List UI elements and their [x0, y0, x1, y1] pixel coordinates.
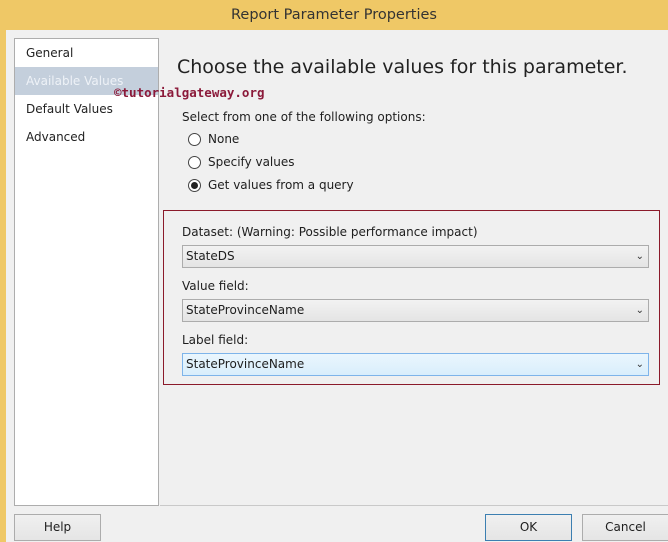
radio-get-values-from-query[interactable]: Get values from a query	[188, 178, 354, 192]
ok-button[interactable]: OK	[485, 514, 572, 541]
nav-item-advanced[interactable]: Advanced	[15, 123, 158, 151]
divider	[160, 505, 668, 506]
radio-circle	[188, 132, 201, 146]
label-field-label: Label field:	[182, 333, 249, 347]
radio-circle	[188, 155, 201, 169]
query-settings-group: Dataset: (Warning: Possible performance …	[163, 210, 660, 385]
window-title: Report Parameter Properties	[230, 7, 437, 23]
radio-dot	[191, 181, 198, 189]
value-field-value: StateProvinceName	[186, 303, 305, 317]
radio-label: Specify values	[208, 155, 295, 169]
help-button[interactable]: Help	[14, 514, 101, 541]
chevron-down-icon: ⌄	[635, 359, 644, 370]
value-field-select[interactable]: StateProvinceName ⌄	[182, 299, 649, 322]
chevron-down-icon: ⌄	[635, 305, 644, 316]
nav-item-general[interactable]: General	[15, 39, 158, 67]
value-field-label: Value field:	[182, 279, 249, 293]
page-heading: Choose the available values for this par…	[177, 56, 628, 78]
radio-specify-values[interactable]: Specify values	[188, 155, 295, 169]
nav-list: General Available Values Default Values …	[14, 38, 159, 506]
dataset-label: Dataset: (Warning: Possible performance …	[182, 225, 478, 239]
dataset-value: StateDS	[186, 249, 235, 263]
radio-none[interactable]: None	[188, 132, 239, 146]
radio-circle	[188, 178, 201, 192]
chevron-down-icon: ⌄	[635, 251, 644, 262]
cancel-button[interactable]: Cancel	[582, 514, 668, 541]
watermark: ©tutorialgateway.org	[114, 85, 265, 100]
radio-label: Get values from a query	[208, 178, 354, 192]
radio-label: None	[208, 132, 240, 146]
options-label: Select from one of the following options…	[182, 110, 426, 124]
label-field-select[interactable]: StateProvinceName ⌄	[182, 353, 649, 376]
dialog-body: General Available Values Default Values …	[6, 30, 668, 542]
dataset-select[interactable]: StateDS ⌄	[182, 245, 649, 268]
label-field-value: StateProvinceName	[186, 357, 305, 371]
